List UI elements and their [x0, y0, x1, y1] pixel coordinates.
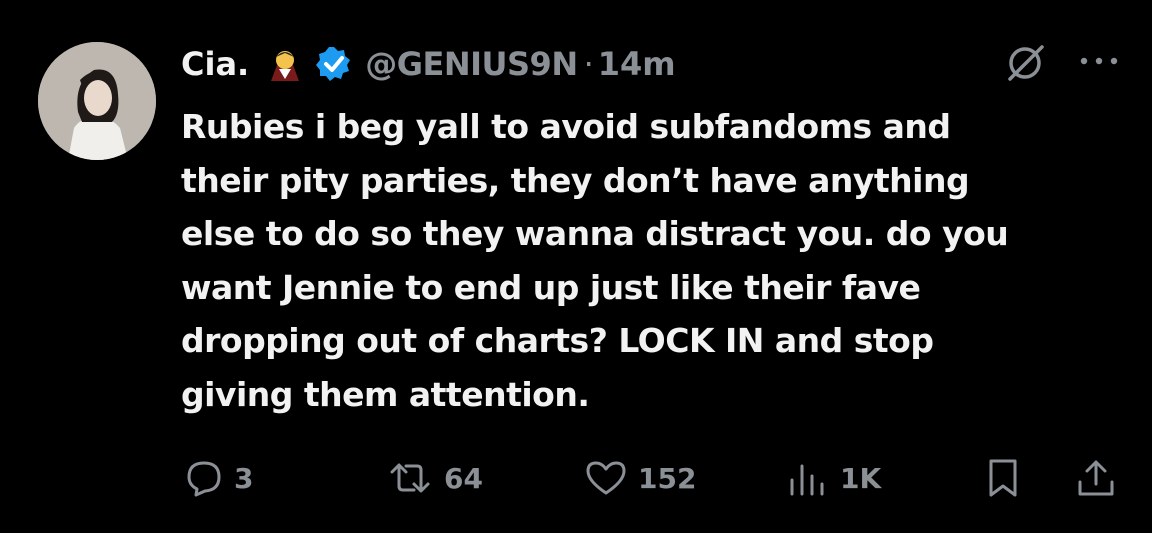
heart-icon	[586, 461, 626, 495]
repost-button[interactable]: 64	[386, 454, 483, 502]
like-count: 152	[638, 461, 697, 495]
author-handle[interactable]: @GENIUS9N	[365, 45, 578, 83]
views-button[interactable]: 1K	[786, 454, 881, 502]
bookmark-button[interactable]	[986, 454, 1020, 502]
vampire-emoji-icon	[267, 45, 303, 83]
tweet-text: Rubies i beg yall to avoid subfandoms an…	[181, 107, 1009, 414]
reply-button[interactable]: 3	[184, 454, 253, 502]
repost-count: 64	[444, 461, 483, 495]
tweet-header: Cia. @GENIUS9N · 14m	[181, 38, 676, 90]
tweet-timestamp[interactable]: 14m	[598, 45, 676, 83]
action-bar: 3 64 152 1K	[0, 454, 1152, 502]
share-icon	[1078, 460, 1114, 496]
grok-icon[interactable]	[1004, 42, 1046, 84]
reply-icon	[187, 461, 221, 497]
view-count: 1K	[840, 461, 882, 495]
header-separator: ·	[583, 45, 594, 83]
verified-badge-icon[interactable]	[315, 45, 353, 83]
share-button[interactable]	[1074, 454, 1118, 502]
more-options-icon[interactable]	[1076, 46, 1122, 76]
bookmark-icon	[989, 459, 1017, 497]
author-name[interactable]: Cia.	[181, 45, 249, 83]
analytics-icon	[790, 464, 824, 496]
avatar[interactable]	[38, 42, 156, 160]
repost-icon	[390, 463, 430, 493]
like-button[interactable]: 152	[584, 454, 696, 502]
reply-count: 3	[234, 461, 254, 495]
